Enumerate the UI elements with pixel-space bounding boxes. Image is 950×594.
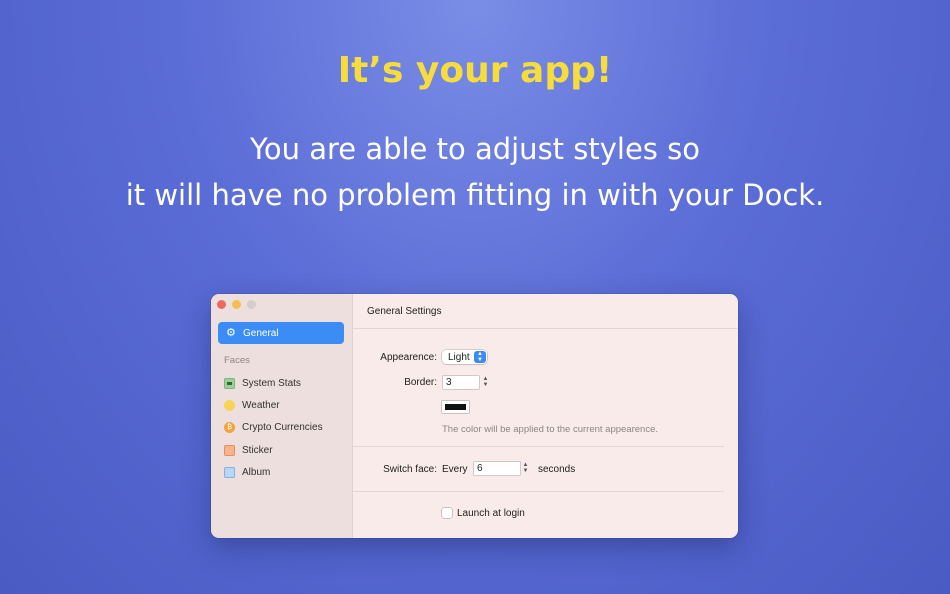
minimize-button[interactable] — [232, 300, 241, 309]
border-field[interactable]: 3 — [443, 376, 479, 389]
sidebar-item-crypto-currencies[interactable]: ₿ Crypto Currencies — [224, 417, 323, 439]
settings-panel: General Settings Appearence: Light ▲ ▼ Bo… — [353, 294, 738, 538]
border-stepper[interactable]: ▲ ▼ — [481, 375, 490, 389]
switch-face-label: Switch face: — [383, 464, 437, 475]
switch-prefix: Every — [442, 464, 468, 475]
sidebar: ⚙ General Faces System Stats Weather ₿ C… — [211, 294, 353, 538]
sidebar-item-label: Weather — [242, 399, 280, 411]
sidebar-item-label: Sticker — [242, 444, 273, 456]
color-well[interactable] — [442, 401, 469, 413]
appearance-label: Appearence: — [380, 352, 437, 363]
color-swatch — [445, 404, 466, 410]
appearance-value: Light — [448, 351, 470, 363]
faces-section-label: Faces — [224, 355, 250, 366]
sidebar-item-general[interactable]: ⚙ General — [218, 322, 344, 344]
switch-suffix: seconds — [538, 464, 576, 475]
subtitle-line-1: You are able to adjust styles so — [250, 132, 700, 166]
switch-interval-value: 6 — [477, 463, 483, 474]
appearance-popup[interactable]: Light ▲ ▼ — [442, 350, 487, 364]
launch-at-login-checkbox[interactable] — [442, 508, 452, 518]
sidebar-item-label: General — [243, 327, 279, 339]
sidebar-item-label: Crypto Currencies — [242, 422, 323, 434]
album-icon — [224, 466, 235, 478]
border-value: 3 — [446, 377, 452, 388]
sidebar-item-label: System Stats — [242, 377, 301, 389]
section-divider — [353, 446, 724, 447]
faces-list: System Stats Weather ₿ Crypto Currencies… — [224, 372, 323, 483]
zoom-button[interactable] — [247, 300, 256, 309]
headline: It’s your app! — [337, 50, 613, 91]
chevron-down-icon: ▼ — [522, 468, 529, 474]
sidebar-item-system-stats[interactable]: System Stats — [224, 372, 323, 394]
settings-title: General Settings — [367, 306, 442, 317]
close-button[interactable] — [217, 300, 226, 309]
switch-interval-stepper[interactable]: ▲ ▼ — [521, 461, 530, 475]
crypto-icon: ₿ — [224, 422, 235, 434]
switch-interval-field[interactable]: 6 — [474, 462, 520, 475]
chevron-down-icon: ▼ — [482, 382, 489, 388]
launch-at-login-label: Launch at login — [457, 508, 525, 519]
sidebar-item-weather[interactable]: Weather — [224, 394, 323, 416]
window-controls — [217, 300, 256, 309]
sidebar-item-label: Album — [242, 466, 271, 478]
color-note: The color will be applied to the current… — [442, 424, 658, 435]
preferences-window: ⚙ General Faces System Stats Weather ₿ C… — [211, 294, 738, 538]
weather-icon — [224, 399, 235, 411]
chevron-up-down-icon: ▲ ▼ — [474, 351, 486, 363]
section-divider — [353, 491, 724, 492]
title-divider — [353, 328, 738, 329]
subtitle-line-2: it will have no problem fitting in with … — [125, 178, 825, 212]
sidebar-item-sticker[interactable]: Sticker — [224, 439, 323, 461]
system-stats-icon — [224, 377, 235, 389]
sticker-icon — [224, 444, 235, 456]
sidebar-item-album[interactable]: Album — [224, 461, 323, 483]
border-label: Border: — [404, 377, 437, 388]
gear-icon: ⚙ — [226, 327, 236, 339]
